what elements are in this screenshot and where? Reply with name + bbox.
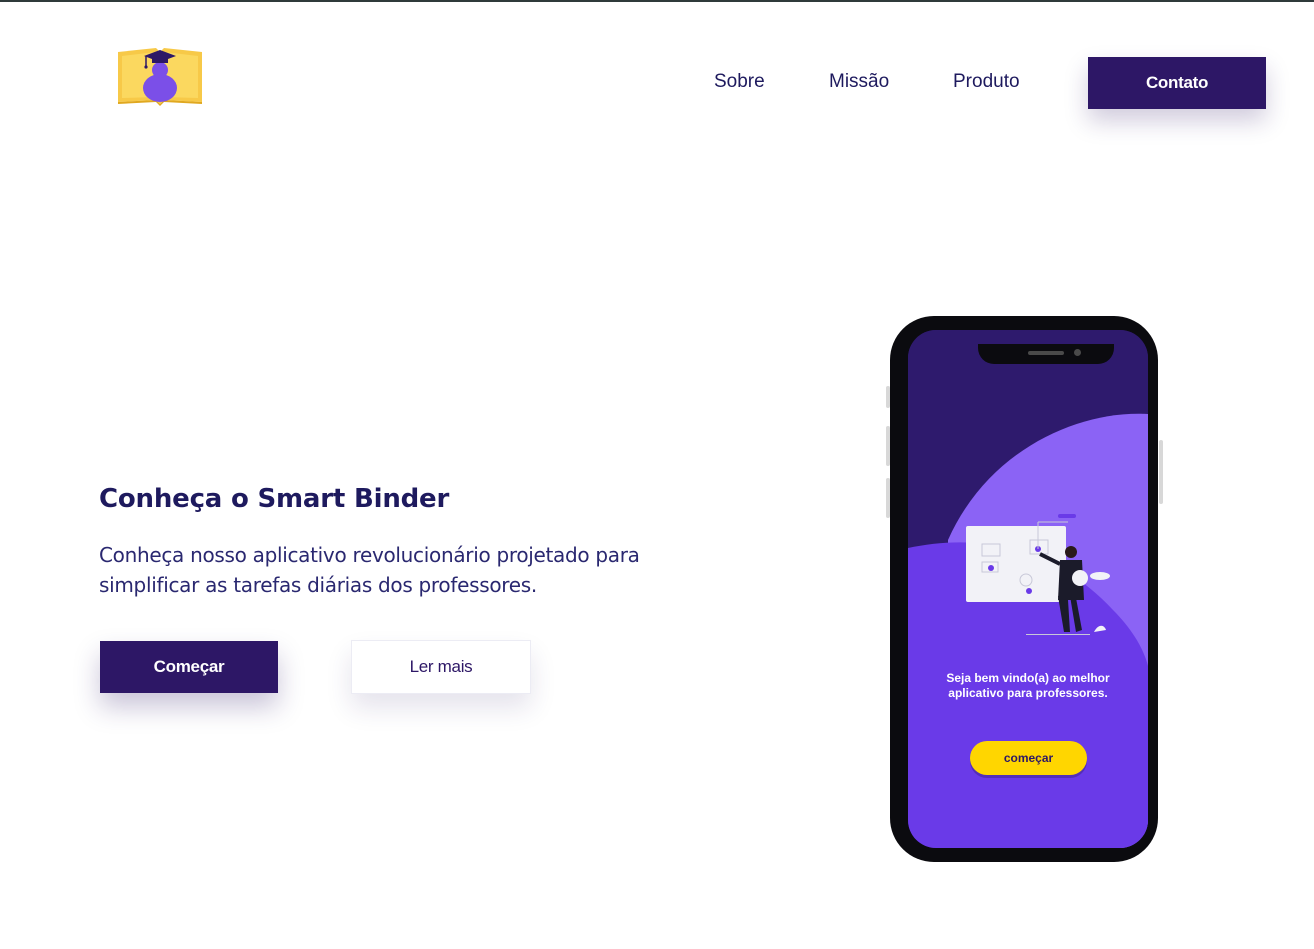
phone-side-button <box>1159 440 1163 504</box>
phone-start-button[interactable]: começar <box>970 741 1087 775</box>
top-border <box>0 0 1314 2</box>
phone-camera <box>1074 349 1081 356</box>
phone-speaker <box>1028 351 1064 355</box>
nav-item-sobre[interactable]: Sobre <box>714 70 765 94</box>
read-more-button[interactable]: Ler mais <box>351 640 531 694</box>
nav-item-missao[interactable]: Missão <box>829 70 889 94</box>
hero-description: Conheça nosso aplicativo revolucionário … <box>99 543 640 597</box>
start-button[interactable]: Começar <box>100 641 278 693</box>
hero-title: Conheça o Smart Binder <box>99 484 450 514</box>
phone-frame: Seja bem vindo(a) ao melhor aplicativo p… <box>890 316 1158 862</box>
phone-mockup: Seja bem vindo(a) ao melhor aplicativo p… <box>886 316 1164 862</box>
nav-item-produto[interactable]: Produto <box>953 70 1020 94</box>
phone-notch <box>978 344 1114 364</box>
contact-button[interactable]: Contato <box>1088 57 1266 109</box>
phone-screen: Seja bem vindo(a) ao melhor aplicativo p… <box>908 330 1148 848</box>
welcome-text: Seja bem vindo(a) ao melhor aplicativo p… <box>946 671 1110 700</box>
